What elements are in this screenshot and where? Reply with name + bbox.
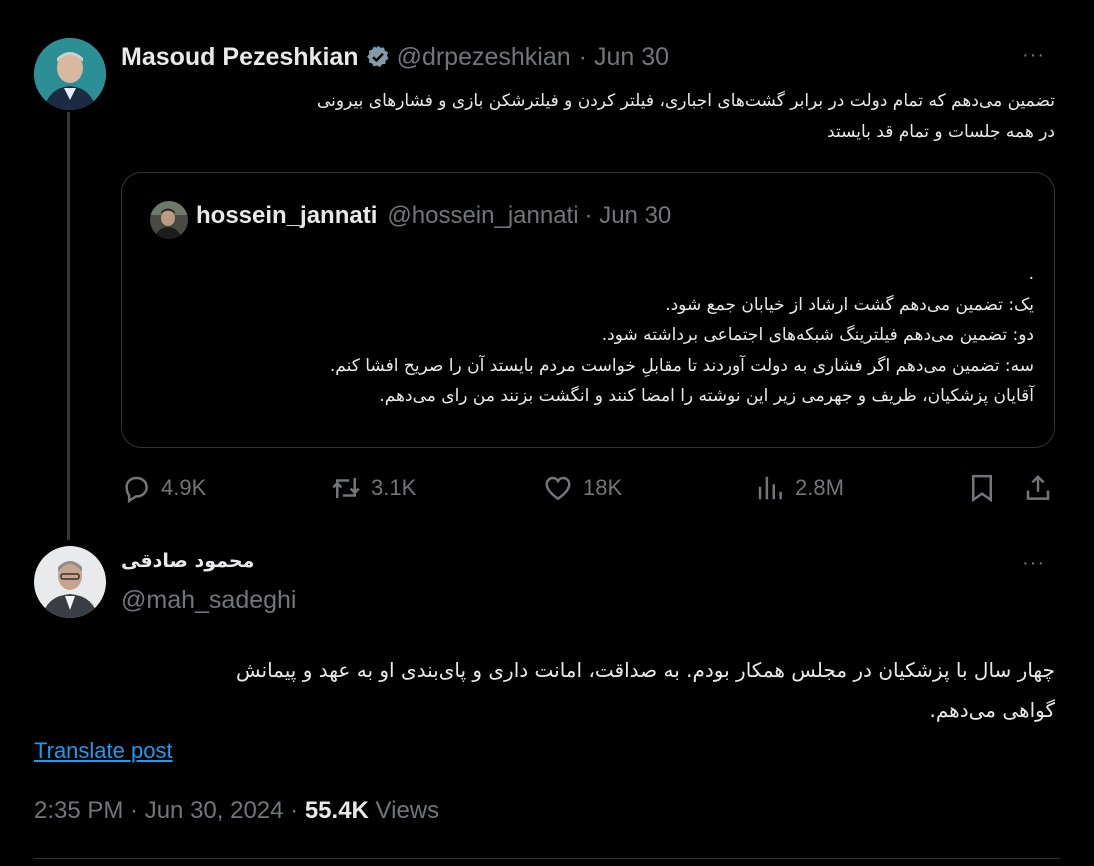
- quoted-text-line: آقایان پزشکیان، ظریف و جهرمی زیر این نوش…: [379, 386, 1034, 406]
- views-total: 55.4K: [304, 797, 369, 824]
- reply-author-handle[interactable]: @mah_sadeghi: [121, 586, 297, 615]
- like-button[interactable]: 18K: [543, 470, 622, 506]
- repost-count: 3.1K: [371, 475, 417, 500]
- quoted-date: · Jun 30: [584, 202, 672, 229]
- quoted-author-name: hossein_jannati: [196, 202, 378, 229]
- repost-button[interactable]: 3.1K: [331, 470, 416, 506]
- tweet-text-line: تضمین می‌دهم که تمام دولت در برابر گشت‌ه…: [317, 91, 1055, 111]
- like-icon: [545, 476, 571, 501]
- like-count: 18K: [583, 475, 623, 500]
- reply-text-line: چهار سال با پزشکیان در مجلس همکار بودم. …: [236, 658, 1055, 682]
- quoted-text-line: سه: تضمین می‌دهم اگر فشاری به دولت آوردن…: [329, 355, 1034, 376]
- reply-text: چهار سال با پزشکیان در مجلس همکار بودم. …: [34, 650, 1055, 730]
- more-icon[interactable]: ···: [1022, 552, 1045, 575]
- views-label: Views: [368, 797, 440, 824]
- avatar-sadeghi[interactable]: [34, 546, 106, 618]
- quoted-text-line: یک: تضمین می‌دهم گشت ارشاد از خیابان جمع…: [665, 294, 1034, 315]
- translate-post-link[interactable]: Translate post: [34, 738, 173, 764]
- tweet-metadata: 2:35 PM · Jun 30, 2024 · 55.4K Views: [34, 797, 439, 825]
- quoted-text: . یک: تضمین می‌دهم گشت ارشاد از خیابان ج…: [142, 259, 1034, 412]
- quoted-tweet-card[interactable]: hossein_jannati @hossein_jannati · Jun 3…: [121, 172, 1055, 448]
- tweet-actions: 4.9K 3.1K 18K 2.8M: [121, 470, 1055, 506]
- tweet-timestamp[interactable]: 2:35 PM · Jun 30, 2024 ·: [34, 797, 305, 824]
- tweet-date[interactable]: · Jun 30: [579, 43, 669, 72]
- reply-count: 4.9K: [161, 475, 207, 500]
- author-name[interactable]: Masoud Pezeshkian: [121, 43, 359, 72]
- more-icon[interactable]: ···: [1022, 44, 1045, 67]
- reply-text-line: گواهی می‌دهم.: [929, 698, 1056, 722]
- avatar-jannati: [150, 201, 188, 239]
- reply-button[interactable]: 4.9K: [121, 470, 206, 506]
- avatar-pezeshkian[interactable]: [34, 38, 106, 110]
- quoted-header: hossein_jannati @hossein_jannati · Jun 3…: [196, 199, 671, 233]
- avatar-sadeghi-image: [34, 546, 106, 618]
- share-icon: [1026, 474, 1050, 500]
- avatar-pezeshkian-image: [34, 38, 106, 110]
- verified-icon: [365, 44, 391, 70]
- views-button[interactable]: 2.8M: [755, 470, 844, 506]
- quoted-text-line: .: [1028, 264, 1034, 284]
- divider: [34, 858, 1060, 859]
- views-count: 2.8M: [795, 475, 844, 500]
- bookmark-button[interactable]: [967, 470, 1007, 506]
- thread-connector-line: [67, 112, 70, 540]
- tweet-text: تضمین می‌دهم که تمام دولت در برابر گشت‌ه…: [121, 86, 1055, 148]
- share-button[interactable]: [1023, 470, 1063, 506]
- repost-icon: [332, 478, 360, 498]
- quoted-text-line: دو: تضمین می‌دهم فیلترینگ شبکه‌های اجتما…: [601, 325, 1034, 345]
- tweet-text-line: در همه جلسات و تمام قد بایستد: [827, 122, 1055, 142]
- bookmark-icon: [972, 474, 992, 503]
- views-icon: [758, 476, 782, 500]
- reply-icon: [125, 476, 148, 503]
- author-handle[interactable]: @drpezeshkian: [397, 43, 571, 72]
- quoted-author-handle: @hossein_jannati: [387, 202, 579, 229]
- reply-author-name[interactable]: محمود صادقی: [121, 550, 254, 572]
- tweet-header: Masoud Pezeshkian @drpezeshkian · Jun 30: [121, 40, 669, 74]
